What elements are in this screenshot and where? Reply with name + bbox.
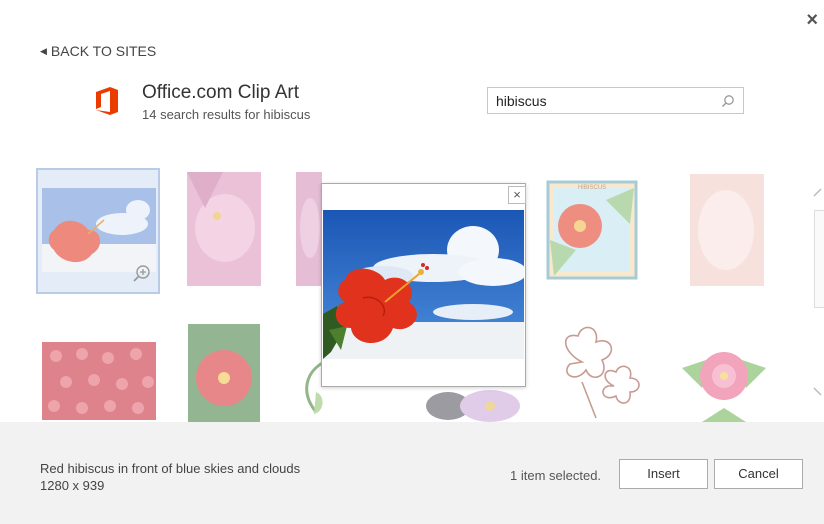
result-thumb-12[interactable]	[672, 338, 776, 422]
image-dimensions: 1280 x 939	[40, 478, 105, 493]
preview-image	[323, 210, 524, 359]
site-title: Office.com Clip Art	[142, 82, 299, 103]
search-box	[487, 87, 744, 114]
footer-bar: Red hibiscus in front of blue skies and …	[0, 422, 824, 524]
back-to-sites-link[interactable]: ◀ BACK TO SITES	[40, 43, 156, 59]
preview-close-button[interactable]: ×	[508, 186, 526, 204]
cancel-button[interactable]: Cancel	[714, 459, 803, 489]
result-thumb-5[interactable]: HIBISCUS	[546, 180, 638, 280]
back-arrow-icon: ◀	[40, 46, 47, 56]
image-title: Red hibiscus in front of blue skies and …	[40, 461, 301, 476]
result-thumb-2[interactable]	[187, 172, 261, 286]
image-description: Red hibiscus in front of blue skies and …	[40, 460, 300, 494]
result-thumb-6[interactable]	[690, 174, 764, 286]
result-thumb-1[interactable]	[42, 188, 156, 272]
scroll-up-icon[interactable]	[812, 186, 824, 200]
scrollbar-thumb[interactable]	[814, 210, 824, 308]
search-icon[interactable]	[721, 94, 735, 108]
search-input[interactable]	[488, 88, 729, 113]
image-preview-popup: ×	[321, 183, 526, 387]
office-logo-icon	[96, 87, 118, 115]
close-dialog-button[interactable]: ×	[806, 10, 818, 30]
result-thumb-7[interactable]	[42, 342, 156, 420]
back-label: BACK TO SITES	[50, 43, 157, 59]
insert-button[interactable]: Insert	[619, 459, 708, 489]
result-thumb-10[interactable]	[420, 384, 530, 422]
result-thumb-11[interactable]	[552, 322, 648, 422]
result-thumb-3[interactable]	[296, 172, 322, 286]
search-results-summary: 14 search results for hibiscus	[142, 107, 311, 122]
result-caption: HIBISCUS	[578, 185, 606, 191]
scroll-down-icon[interactable]	[812, 384, 824, 398]
selection-status: 1 item selected.	[510, 468, 602, 483]
zoom-icon[interactable]	[132, 264, 152, 284]
result-thumb-8[interactable]	[188, 324, 260, 422]
